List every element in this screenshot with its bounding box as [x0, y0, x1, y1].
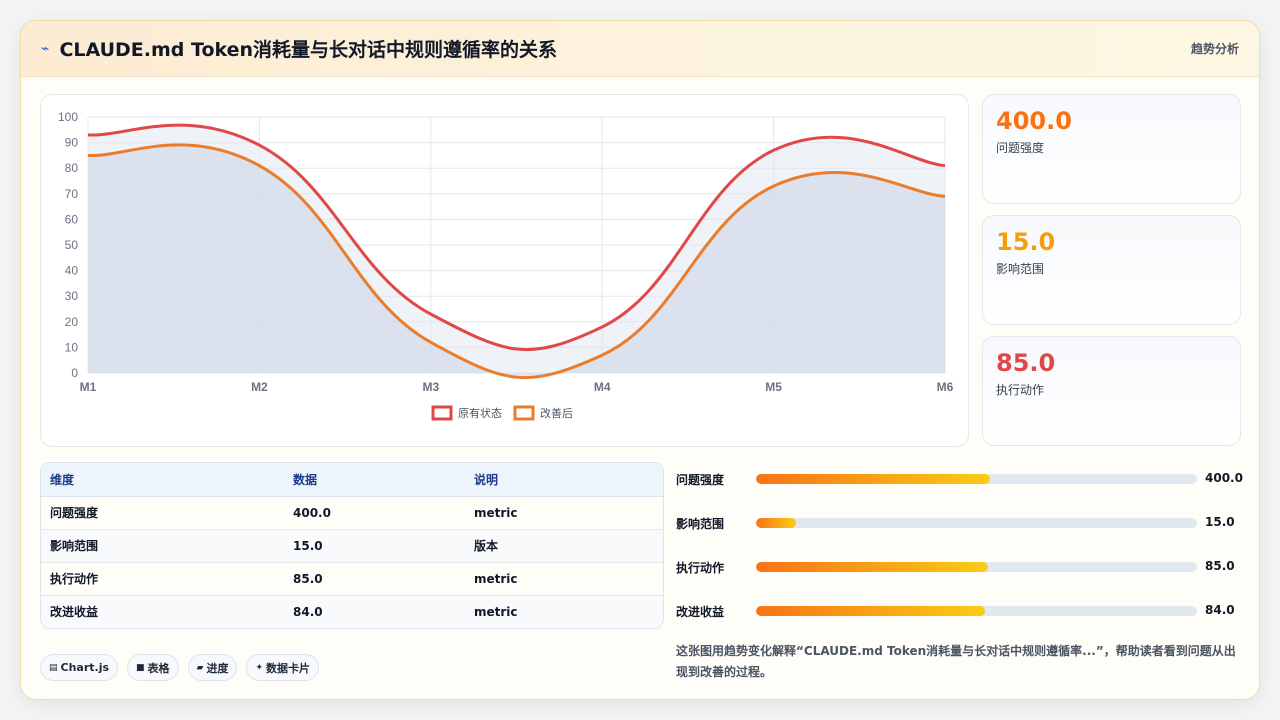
table-row: 影响范围 15.0 版本 [41, 529, 663, 563]
column-header: 说明 [465, 463, 663, 497]
table-cell: 问题强度 [41, 496, 284, 530]
stat-label: 影响范围 [996, 262, 1045, 276]
table-cell: 84.0 [284, 595, 465, 628]
progress-row: 影响范围 15.0 [676, 513, 1241, 533]
progress-fill [756, 518, 796, 528]
y-tick-label: 80 [65, 161, 79, 175]
y-tick-label: 90 [65, 136, 79, 150]
table-row: 改进收益 84.0 metric [41, 595, 663, 628]
chip-label: 表格 [147, 661, 170, 675]
chart-icon: ▤ [49, 662, 58, 673]
table-cell: 改进收益 [41, 595, 284, 628]
y-tick-label: 60 [65, 212, 79, 226]
legend-swatch [431, 405, 453, 421]
legend-swatch [513, 405, 535, 421]
sparkle-icon: ✦ [255, 662, 264, 673]
chip-table[interactable]: ■ 表格 [127, 654, 179, 681]
page-title: CLAUDE.md Token消耗量与长对话中规则遵循率的关系 [59, 39, 558, 61]
progress-fill [756, 562, 988, 572]
progress-fill [756, 606, 986, 616]
table-row: 执行动作 85.0 metric [41, 562, 663, 596]
x-tick-label: M1 [80, 380, 97, 394]
progress-value: 85.0 [1205, 559, 1235, 573]
legend-label: 改善后 [540, 406, 573, 420]
data-table: 维度 数据 说明 问题强度 400.0 metric 影响范围 15.0 版本 … [40, 462, 664, 629]
progress-value: 15.0 [1205, 515, 1235, 529]
progress-fill [756, 474, 990, 484]
progress-row: 改进收益 84.0 [676, 601, 1241, 621]
chip-label: 数据卡片 [266, 661, 311, 675]
progress-row: 问题强度 400.0 [676, 469, 1243, 489]
chip-chartjs[interactable]: ▤ Chart.js [40, 654, 119, 681]
table-cell: 版本 [465, 529, 663, 563]
y-tick-label: 20 [65, 315, 79, 329]
x-tick-label: M6 [937, 380, 954, 394]
column-header: 数据 [284, 463, 465, 497]
legend-label: 原有状态 [458, 406, 502, 420]
trend-analysis-tag: 趋势分析 [1190, 42, 1239, 56]
stat-card-impact-scope: 15.0 影响范围 [982, 215, 1241, 325]
y-tick-label: 30 [65, 289, 79, 303]
chip-label: 进度 [206, 661, 229, 675]
progress-value: 84.0 [1205, 603, 1235, 617]
table-cell: 15.0 [284, 529, 465, 563]
progress-track [756, 518, 1197, 528]
description-text: 这张图用趋势变化解释“CLAUDE.md Token消耗量与长对话中规则遵循率.… [676, 644, 1236, 679]
stat-value: 400.0 [996, 107, 1072, 135]
column-header: 维度 [41, 463, 284, 497]
progress-label: 改进收益 [676, 605, 725, 619]
table-cell: 影响范围 [41, 529, 284, 563]
stat-card-execution-action: 85.0 执行动作 [982, 336, 1241, 446]
y-tick-label: 0 [71, 366, 78, 380]
y-tick-label: 10 [65, 340, 79, 354]
progress-label: 影响范围 [676, 517, 725, 531]
stat-label: 问题强度 [996, 141, 1045, 155]
x-tick-label: M2 [251, 380, 268, 394]
stat-value: 85.0 [996, 349, 1056, 377]
chip-data-card[interactable]: ✦ 数据卡片 [246, 654, 320, 681]
progress-value: 400.0 [1205, 471, 1243, 485]
chip-progress[interactable]: ▰ 进度 [187, 654, 238, 681]
chart-panel: 0 10 20 30 40 50 60 70 80 90 100 M1 M2 M3 M4 M5 M6 原有状态 改善… [40, 94, 969, 447]
progress-track [756, 606, 1197, 616]
x-tick-label: M5 [765, 380, 782, 394]
y-tick-label: 50 [65, 238, 79, 252]
table-cell: 400.0 [284, 496, 465, 530]
table-row: 问题强度 400.0 metric [41, 496, 663, 530]
table-icon: ■ [136, 662, 145, 673]
series-area [88, 144, 945, 378]
progress-label: 执行动作 [676, 561, 725, 575]
y-tick-label: 70 [65, 187, 79, 201]
bolt-icon: ⌁ [41, 40, 50, 57]
stat-label: 执行动作 [996, 383, 1045, 397]
table-cell: 执行动作 [41, 562, 284, 596]
y-tick-label: 40 [65, 264, 79, 278]
table-cell: 85.0 [284, 562, 465, 596]
stat-value: 15.0 [996, 228, 1056, 256]
x-tick-label: M3 [422, 380, 439, 394]
table-cell: metric [465, 562, 663, 596]
line-chart: 0 10 20 30 40 50 60 70 80 90 100 M1 M2 M3 M4 M5 M6 原有状态 改善… [58, 110, 954, 421]
progress-label: 问题强度 [676, 473, 725, 487]
progress-track [756, 474, 1197, 484]
progress-icon: ▰ [196, 662, 204, 673]
chip-label: Chart.js [60, 661, 110, 674]
header: ⌁ CLAUDE.md Token消耗量与长对话中规则遵循率的关系 趋势分析 [21, 21, 1259, 77]
dashboard-card: ⌁ CLAUDE.md Token消耗量与长对话中规则遵循率的关系 趋势分析 0… [20, 20, 1260, 700]
table-cell: metric [465, 496, 663, 530]
progress-row: 执行动作 85.0 [676, 557, 1241, 577]
progress-track [756, 562, 1197, 572]
feature-chips: ▤ Chart.js ■ 表格 ▰ 进度 ✦ 数据卡片 [40, 654, 320, 681]
table-cell: metric [465, 595, 663, 628]
x-tick-label: M4 [594, 380, 611, 394]
stat-card-problem-intensity: 400.0 问题强度 [982, 94, 1241, 204]
y-tick-label: 100 [58, 110, 78, 124]
